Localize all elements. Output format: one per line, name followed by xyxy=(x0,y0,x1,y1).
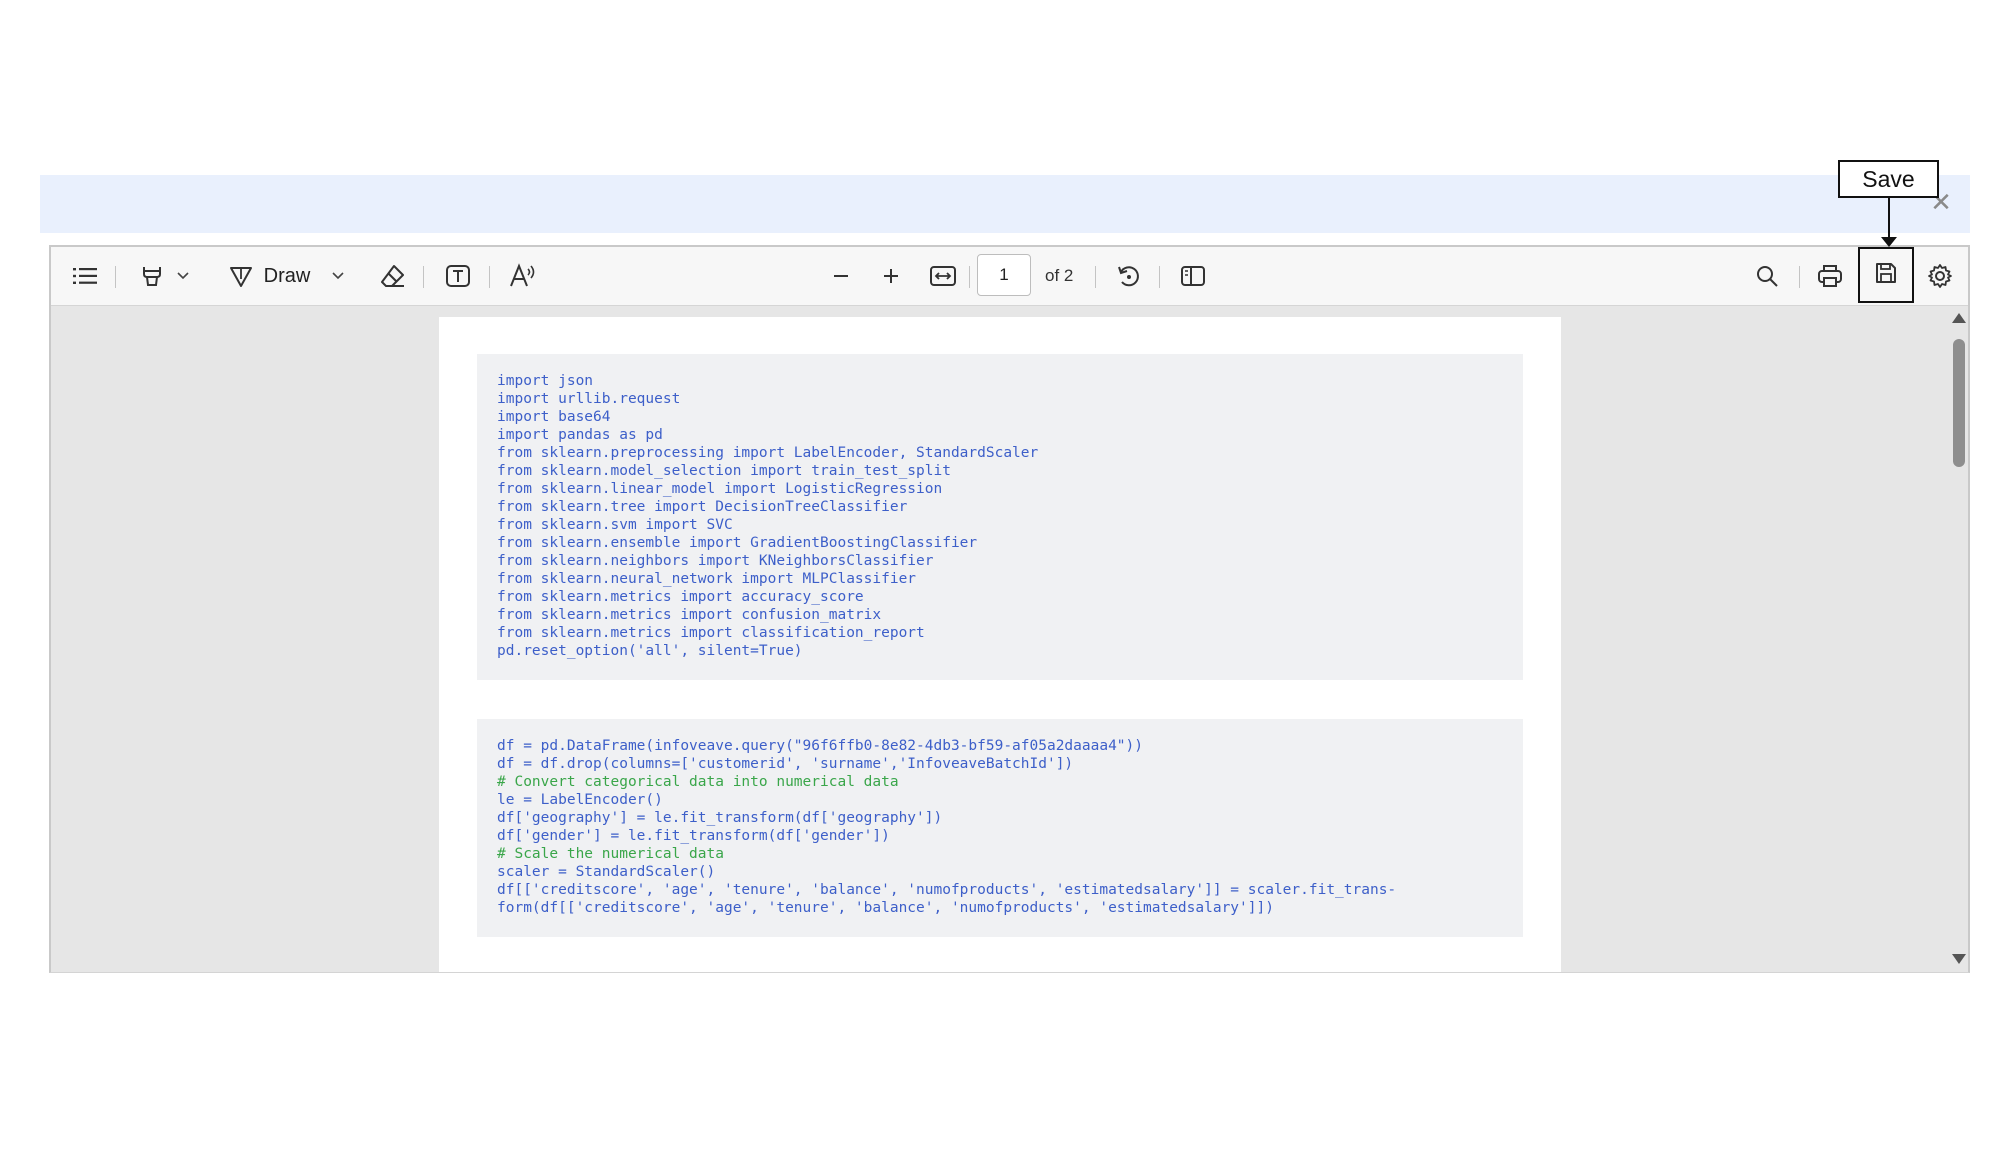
code-line: df = pd.DataFrame(infoveave.query("96f6f… xyxy=(497,738,1144,754)
save-button[interactable] xyxy=(1858,247,1914,303)
save-callout-label: Save xyxy=(1838,160,1939,198)
highlighter-icon xyxy=(139,263,165,289)
code-line: from sklearn.ensemble import GradientBoo… xyxy=(497,535,978,551)
code-line: pd.reset_option('all', silent=True) xyxy=(497,643,803,659)
code-line: from sklearn.neighbors import KNeighbors… xyxy=(497,553,934,569)
code-block: import json import urllib.request import b… xyxy=(477,354,1523,680)
zoom-in-icon xyxy=(881,266,901,286)
add-text-button[interactable] xyxy=(436,247,480,305)
list-icon xyxy=(72,265,98,287)
eraser-icon xyxy=(380,263,406,289)
draw-button[interactable]: Draw xyxy=(221,247,351,305)
page-total: of 2 xyxy=(1045,266,1074,285)
settings-button[interactable] xyxy=(1918,247,1962,305)
save-icon xyxy=(1874,261,1898,290)
code-line: le = LabelEncoder() xyxy=(497,792,663,808)
rotate-icon xyxy=(1116,263,1142,289)
code-line: # Scale the numerical data xyxy=(497,846,724,862)
document-area[interactable]: import json import urllib.request import b… xyxy=(51,305,1968,972)
toolbar-separator xyxy=(1095,266,1096,288)
code-line: from sklearn.svm import SVC xyxy=(497,517,733,533)
code-line: from sklearn.model_selection import trai… xyxy=(497,463,951,479)
page-number-input[interactable] xyxy=(977,254,1031,296)
code-block: df = pd.DataFrame(infoveave.query("96f6f… xyxy=(477,719,1523,937)
code-line: form(df[['creditscore', 'age', 'tenure',… xyxy=(497,900,1274,916)
contents-button[interactable] xyxy=(65,247,105,305)
code-line: df['gender'] = le.fit_transform(df['gend… xyxy=(497,828,890,844)
toolbar-separator xyxy=(115,266,116,288)
code-line: from sklearn.linear_model import Logisti… xyxy=(497,481,943,497)
pdf-page: import json import urllib.request import b… xyxy=(439,317,1561,972)
zoom-in-button[interactable] xyxy=(869,247,913,305)
callout-pointer-line xyxy=(1888,198,1890,242)
code-line: from sklearn.metrics import classificati… xyxy=(497,625,925,641)
code-line: # Convert categorical data into numerica… xyxy=(497,774,899,790)
toolbar-separator xyxy=(969,266,970,288)
scroll-up-arrow-icon[interactable] xyxy=(1952,313,1966,323)
print-icon xyxy=(1817,264,1843,288)
code-line: import urllib.request xyxy=(497,391,681,407)
code-line: import pandas as pd xyxy=(497,427,663,443)
callout-arrow-icon xyxy=(1881,237,1897,247)
search-icon xyxy=(1755,264,1779,288)
pdf-viewer: Draw 1 of 2 import json import urllib.re… xyxy=(49,245,1970,973)
settings-icon xyxy=(1927,263,1953,289)
code-line: from sklearn.metrics import accuracy_sco… xyxy=(497,589,864,605)
fit-width-button[interactable] xyxy=(921,247,965,305)
toolbar: Draw 1 of 2 xyxy=(51,247,1968,306)
draw-label: Draw xyxy=(263,264,311,287)
highlight-button[interactable] xyxy=(129,247,199,305)
page-view-icon xyxy=(1180,264,1206,288)
code-line: df = df.drop(columns=['customerid', 'sur… xyxy=(497,756,1074,772)
code-line: import json xyxy=(497,373,594,389)
scroll-down-arrow-icon[interactable] xyxy=(1952,954,1966,964)
toolbar-separator xyxy=(1159,266,1160,288)
info-banner: ✕ xyxy=(40,175,1970,233)
text-box-icon xyxy=(445,263,471,289)
vertical-scrollbar[interactable] xyxy=(1950,305,1968,972)
read-aloud-button[interactable] xyxy=(501,247,545,305)
code-line: scaler = StandardScaler() xyxy=(497,864,716,880)
zoom-out-button[interactable] xyxy=(819,247,863,305)
rotate-button[interactable] xyxy=(1107,247,1151,305)
toolbar-separator xyxy=(1799,266,1800,288)
zoom-out-icon xyxy=(831,266,851,286)
code-line: from sklearn.preprocessing import LabelE… xyxy=(497,445,1039,461)
scrollbar-thumb[interactable] xyxy=(1953,339,1965,467)
erase-button[interactable] xyxy=(371,247,415,305)
page-view-button[interactable] xyxy=(1171,247,1215,305)
code-line: from sklearn.metrics import confusion_ma… xyxy=(497,607,882,623)
toolbar-separator xyxy=(489,266,490,288)
code-line: import base64 xyxy=(497,409,611,425)
code-line: from sklearn.tree import DecisionTreeCla… xyxy=(497,499,908,515)
search-button[interactable] xyxy=(1745,247,1789,305)
chevron-down-icon xyxy=(177,272,189,280)
toolbar-separator xyxy=(423,266,424,288)
code-line: from sklearn.neural_network import MLPCl… xyxy=(497,571,917,587)
chevron-down-icon xyxy=(332,272,344,280)
code-line: df['geography'] = le.fit_transform(df['g… xyxy=(497,810,943,826)
code-line: df[['creditscore', 'age', 'tenure', 'bal… xyxy=(497,882,1397,898)
read-aloud-icon xyxy=(509,263,537,289)
draw-icon xyxy=(228,263,254,289)
print-button[interactable] xyxy=(1808,247,1852,305)
fit-width-icon xyxy=(930,265,956,287)
